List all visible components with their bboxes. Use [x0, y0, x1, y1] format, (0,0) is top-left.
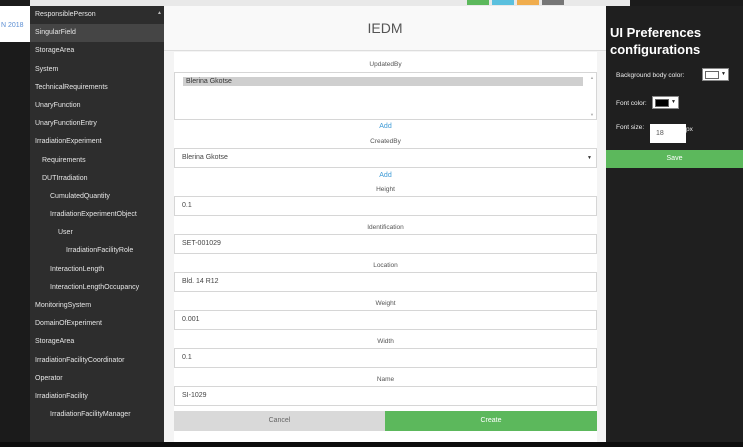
ui-preferences-panel: UI Preferences configurations Background…	[606, 6, 743, 442]
width-input[interactable]: 0.1	[174, 348, 597, 368]
sidebar-scroll-up-icon[interactable]: ▲	[157, 10, 162, 16]
sidebar-item[interactable]: System	[30, 61, 164, 79]
chevron-down-icon: ▼	[721, 71, 726, 77]
sidebar-item[interactable]: CumulatedQuantity	[30, 188, 164, 206]
bg-color-label: Background body color:	[616, 72, 685, 79]
preferences-title: UI Preferences configurations	[610, 25, 702, 57]
created-by-add-link[interactable]: Add	[174, 172, 597, 179]
background-status-badge-blue	[492, 0, 514, 5]
created-by-select[interactable]: Blerina Gkotse ▼	[174, 148, 597, 168]
sidebar-item[interactable]: TechnicalRequirements	[30, 79, 164, 97]
sidebar-list: ResponsiblePerson SingularField StorageAre…	[30, 6, 164, 424]
background-status-badge-orange	[517, 0, 539, 5]
create-modal: IEDM UpdatedBy Blerina Gkotse ▲ ▼ Add Cr…	[164, 6, 606, 442]
location-label: Location	[373, 262, 398, 269]
multiselect-scroll-up-icon[interactable]: ▲	[590, 75, 594, 80]
created-by-value: Blerina Gkotse	[182, 154, 228, 161]
sidebar-item[interactable]: IrradiationExperiment	[30, 133, 164, 151]
create-button[interactable]: Create	[385, 411, 597, 431]
sidebar-item[interactable]: InteractionLengthOccupancy	[30, 279, 164, 297]
sidebar: ResponsiblePerson SingularField StorageAre…	[30, 6, 164, 442]
sidebar-item[interactable]: Operator	[30, 370, 164, 388]
save-button[interactable]: Save	[606, 150, 743, 168]
multiselect-scroll-down-icon[interactable]: ▼	[590, 112, 594, 117]
height-input[interactable]: 0.1	[174, 196, 597, 216]
sidebar-item[interactable]: InteractionLength	[30, 261, 164, 279]
bg-color-picker[interactable]: ▼	[702, 68, 729, 81]
font-size-input[interactable]: 18	[650, 124, 686, 143]
chevron-down-icon: ▼	[671, 99, 676, 105]
updated-by-add-link[interactable]: Add	[174, 123, 597, 130]
background-status-badge-green	[467, 0, 489, 5]
updated-by-option[interactable]: Blerina Gkotse	[183, 77, 583, 86]
name-input[interactable]: SI-1029	[174, 386, 597, 406]
font-size-label: Font size:	[616, 124, 645, 131]
font-color-label: Font color:	[616, 100, 647, 107]
sidebar-item[interactable]: IrradiationFacilityRole	[30, 242, 164, 260]
location-input[interactable]: Bld. 14 R12	[174, 272, 597, 292]
sidebar-item[interactable]: IrradiationFacilityCoordinator	[30, 352, 164, 370]
name-label: Name	[376, 376, 395, 383]
bg-color-swatch	[705, 71, 719, 79]
sidebar-item[interactable]: Requirements	[30, 152, 164, 170]
sidebar-item[interactable]: UnaryFunction	[30, 97, 164, 115]
sidebar-item[interactable]: User	[30, 224, 164, 242]
sidebar-item[interactable]: IrradiationFacilityManager	[30, 406, 164, 424]
sidebar-item[interactable]: DUTIrradiation	[30, 170, 164, 188]
sidebar-item[interactable]: StorageArea	[30, 42, 164, 60]
font-size-unit: px	[686, 126, 693, 133]
create-form: UpdatedBy Blerina Gkotse ▲ ▼ Add Created…	[174, 52, 597, 442]
font-color-swatch	[655, 99, 669, 107]
sidebar-item[interactable]: StorageArea	[30, 333, 164, 351]
sidebar-item[interactable]: MonitoringSystem	[30, 297, 164, 315]
sidebar-item[interactable]: ResponsiblePerson	[30, 6, 164, 24]
updated-by-label: UpdatedBy	[369, 61, 402, 68]
background-date-text: N 2018	[1, 22, 24, 29]
sidebar-item[interactable]: IrradiationFacility	[30, 388, 164, 406]
sidebar-item[interactable]: IrradiationExperimentObject	[30, 206, 164, 224]
weight-input[interactable]: 0.001	[174, 310, 597, 330]
updated-by-multiselect[interactable]: Blerina Gkotse ▲ ▼	[174, 72, 597, 120]
modal-title: IEDM	[164, 6, 606, 51]
identification-label: Identification	[367, 224, 404, 231]
font-color-picker[interactable]: ▼	[652, 96, 679, 109]
created-by-label: CreatedBy	[370, 138, 401, 145]
height-label: Height	[376, 186, 395, 193]
weight-label: Weight	[375, 300, 396, 307]
sidebar-item[interactable]: SingularField	[30, 24, 164, 43]
identification-input[interactable]: SET-001029	[174, 234, 597, 254]
background-status-badge-grey	[542, 0, 564, 5]
width-label: Width	[377, 338, 394, 345]
chevron-down-icon: ▼	[587, 155, 592, 161]
sidebar-item[interactable]: UnaryFunctionEntry	[30, 115, 164, 133]
cancel-button[interactable]: Cancel	[174, 411, 385, 431]
bottom-edge	[0, 442, 743, 447]
sidebar-item[interactable]: DomainOfExperiment	[30, 315, 164, 333]
